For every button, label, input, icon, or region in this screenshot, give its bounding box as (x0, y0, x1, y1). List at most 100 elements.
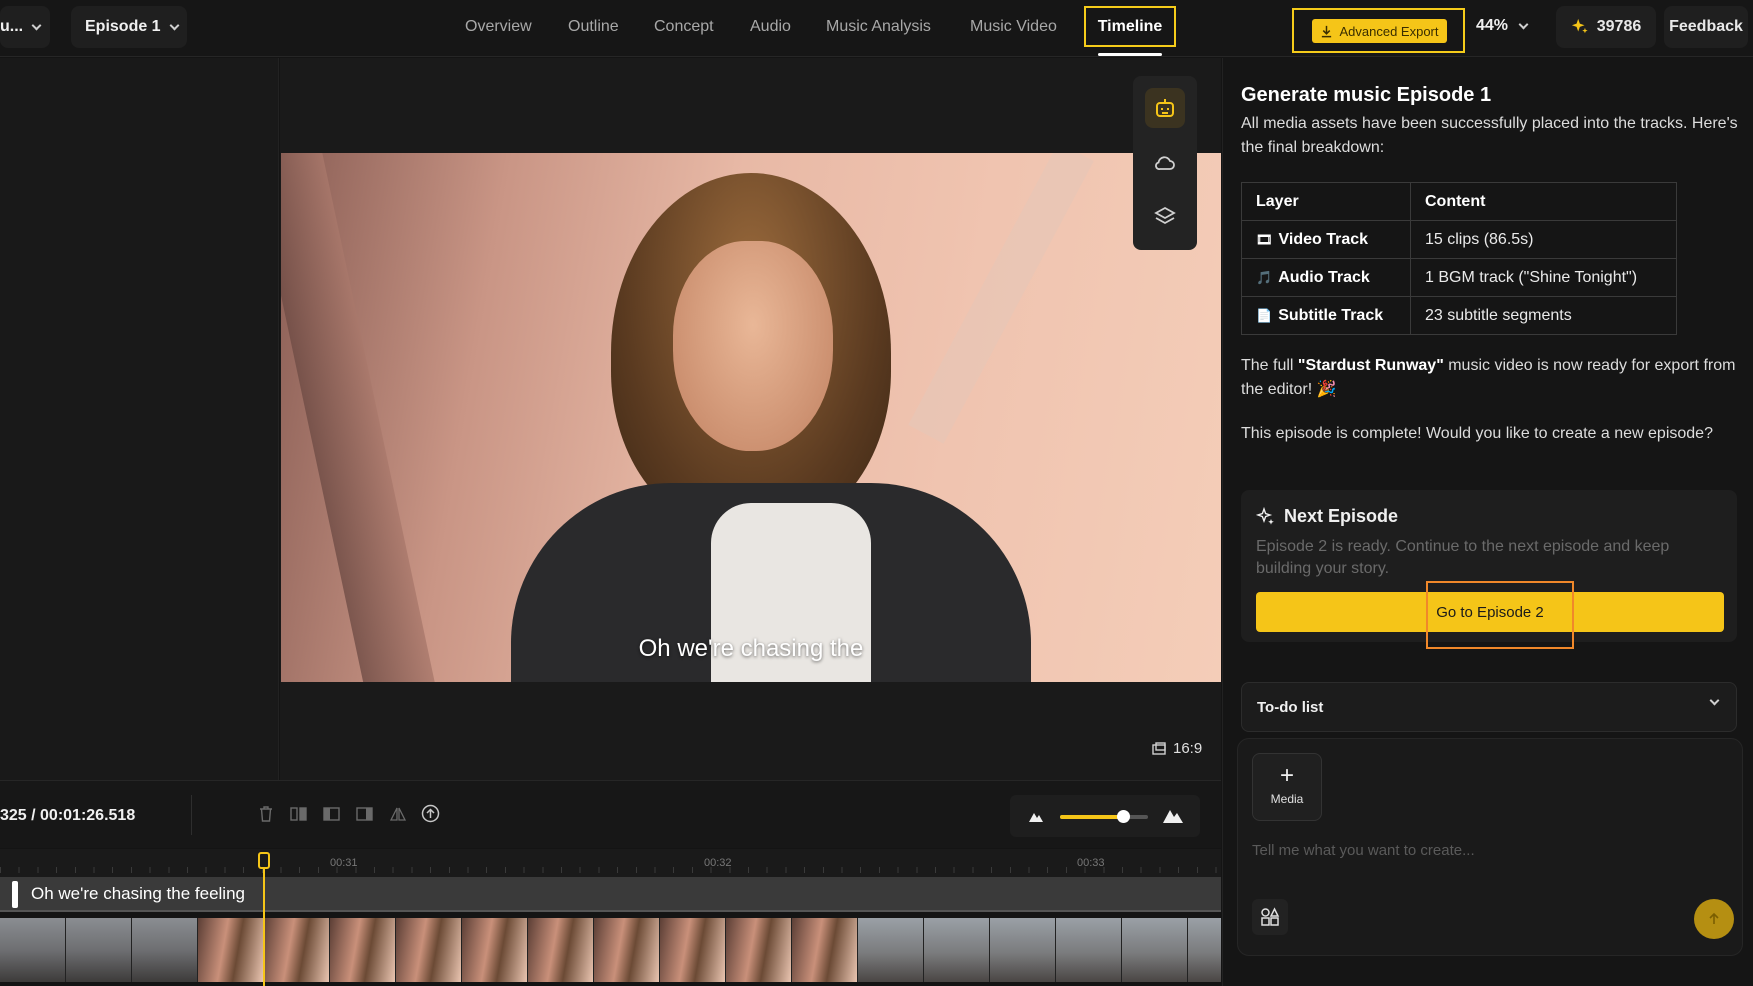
shapes-icon (1261, 907, 1280, 926)
table-header-row: Layer Content (1241, 182, 1677, 221)
aspect-ratio-selector[interactable]: 16:9 (1151, 740, 1202, 757)
video-subtitle: Oh we're chasing the (638, 635, 864, 662)
video-thumbnail (990, 918, 1056, 982)
feedback-button[interactable]: Feedback (1664, 6, 1748, 48)
trim-right-button[interactable] (355, 804, 374, 823)
sparkle-icon (1256, 506, 1274, 525)
video-thumbnail (792, 918, 858, 982)
zoom-out-icon[interactable] (1028, 809, 1044, 823)
chevron-down-icon (1709, 695, 1720, 706)
advanced-export-highlight: Advanced Export (1292, 8, 1465, 53)
tools-button[interactable] (1252, 899, 1288, 935)
prompt-input[interactable] (1252, 837, 1722, 863)
split-icon (290, 806, 307, 821)
video-thumbnail (462, 918, 528, 982)
chat-title: Generate music Episode 1 (1241, 84, 1492, 106)
mirror-icon (389, 807, 406, 821)
playhead[interactable] (263, 852, 265, 986)
table-row: 🎞 Video Track 15 clips (86.5s) (1241, 220, 1677, 259)
upload-button[interactable] (421, 804, 440, 823)
layer-name: Video Track (1278, 230, 1369, 248)
plus-icon: + (1279, 762, 1294, 789)
arrow-up-icon (1709, 912, 1719, 924)
table-header: Content (1410, 182, 1677, 221)
tab-music-analysis[interactable]: Music Analysis (826, 18, 931, 36)
mirror-button[interactable] (388, 804, 407, 823)
tab-music-video[interactable]: Music Video (970, 18, 1057, 36)
timeline-zoom-control (1010, 795, 1200, 837)
robot-button[interactable] (1145, 88, 1185, 128)
layer-cell: 🎞 Video Track (1241, 220, 1411, 259)
advanced-export-button[interactable]: Advanced Export (1312, 19, 1447, 43)
cloud-button[interactable] (1145, 143, 1185, 183)
trim-right-icon (356, 806, 373, 821)
video-thumbnail (132, 918, 198, 982)
left-panel (0, 58, 279, 780)
playhead-handle[interactable] (258, 852, 270, 869)
content-cell: 23 subtitle segments (1410, 296, 1677, 335)
complete-message: This episode is complete! Would you like… (1241, 425, 1713, 442)
send-button[interactable] (1694, 899, 1734, 939)
delete-button[interactable] (256, 804, 275, 823)
table-row: 📄 Subtitle Track 23 subtitle segments (1241, 296, 1677, 335)
credits-badge[interactable]: 39786 (1556, 6, 1656, 48)
background-beam (281, 153, 447, 682)
sparkle-icon (1571, 18, 1588, 34)
chat-composer: + Media (1237, 738, 1743, 956)
trim-left-icon (323, 806, 340, 821)
todo-list-toggle[interactable]: To-do list (1241, 682, 1737, 732)
ruler-tick: 00:32 (704, 857, 732, 869)
zoom-in-icon[interactable] (1162, 806, 1184, 824)
trash-icon (259, 806, 272, 822)
video-thumbnail (66, 918, 132, 982)
content-cell: 1 BGM track ("Shine Tonight") (1410, 258, 1677, 297)
ready-message: The full "Stardust Runway" music video i… (1241, 354, 1741, 402)
tab-timeline[interactable]: Timeline (1084, 6, 1176, 47)
mv-title: "Stardust Runway" (1297, 357, 1444, 374)
preview-side-toolbar (1133, 76, 1197, 250)
timeline-ruler[interactable]: 00:31 00:32 00:33 (0, 849, 1221, 877)
zoom-value: 44% (1476, 17, 1509, 34)
add-media-button[interactable]: + Media (1252, 753, 1322, 821)
trim-left-button[interactable] (322, 804, 341, 823)
video-thumbnail (594, 918, 660, 982)
video-thumbnail (858, 918, 924, 982)
video-preview[interactable]: Oh we're chasing the (281, 153, 1221, 682)
next-episode-title: Next Episode (1256, 506, 1398, 527)
project-selector[interactable]: u... (0, 6, 50, 48)
video-thumbnail (1188, 918, 1221, 982)
layer-name: Audio Track (1278, 268, 1370, 286)
layers-button[interactable] (1145, 196, 1185, 236)
video-thumbnail (1122, 918, 1188, 982)
music-note-icon: 🎵 (1256, 269, 1273, 285)
table-row: 🎵 Audio Track 1 BGM track ("Shine Tonight… (1241, 258, 1677, 297)
ready-prefix: The full (1241, 357, 1298, 374)
divider (191, 795, 192, 835)
tab-audio[interactable]: Audio (750, 18, 791, 36)
split-button[interactable] (289, 804, 308, 823)
cloud-icon (1155, 156, 1175, 170)
tab-outline[interactable]: Outline (568, 18, 619, 36)
slider-fill (1060, 815, 1124, 819)
video-track[interactable] (0, 918, 1221, 982)
layers-icon (1154, 206, 1176, 225)
video-thumbnail (726, 918, 792, 982)
tab-overview[interactable]: Overview (465, 18, 532, 36)
clip-handle[interactable] (12, 881, 18, 908)
slider-thumb[interactable] (1117, 810, 1131, 823)
zoom-selector[interactable]: 44% (1476, 17, 1529, 35)
tab-concept[interactable]: Concept (654, 18, 714, 36)
download-icon (1322, 25, 1332, 37)
video-thumbnail (924, 918, 990, 982)
video-thumbnail (264, 918, 330, 982)
episode-selector[interactable]: Episode 1 (71, 6, 187, 48)
chevron-down-icon (169, 20, 180, 30)
chat-panel: Generate music Episode 1 All media asset… (1222, 58, 1753, 986)
video-thumbnail (0, 918, 66, 982)
layer-name: Subtitle Track (1278, 306, 1384, 324)
aspect-ratio-icon (1152, 741, 1166, 755)
subtitle-track[interactable]: Oh we're chasing the feeling (0, 877, 1221, 912)
timeline-controls: 325 / 00:01:26.518 (0, 780, 1221, 848)
timeline-zoom-slider[interactable] (1060, 810, 1148, 823)
video-thumbnail (198, 918, 264, 982)
